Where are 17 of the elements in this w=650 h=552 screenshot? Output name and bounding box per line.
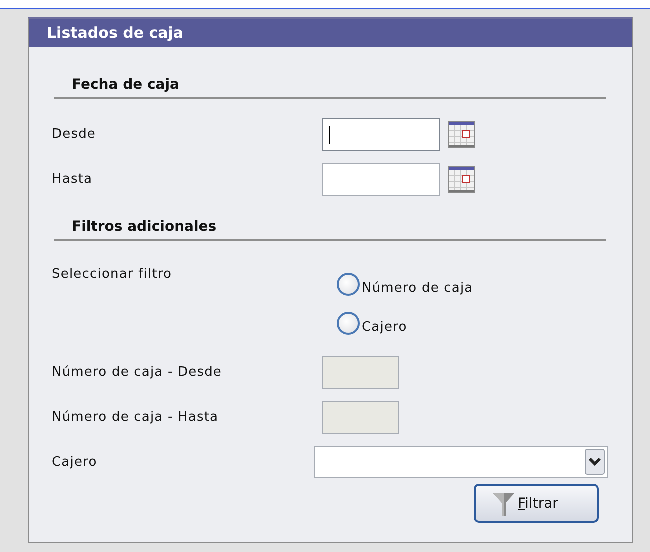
section-heading: Fecha de caja bbox=[71, 77, 180, 93]
funnel-icon bbox=[492, 490, 516, 516]
calendar-icon[interactable] bbox=[448, 166, 475, 192]
radio-option[interactable]: Cajero bbox=[337, 312, 474, 338]
panel-title: Listados de caja bbox=[29, 19, 632, 47]
field-label: Desde bbox=[52, 126, 98, 142]
field-label: Seleccionar filtro bbox=[52, 267, 174, 282]
field-label: Hasta bbox=[52, 172, 94, 186]
field-label: Número de caja - Desde bbox=[52, 364, 224, 380]
date-field[interactable] bbox=[322, 162, 440, 196]
section-heading: Filtros adicionales bbox=[71, 219, 218, 235]
field-label: Cajero bbox=[52, 454, 98, 470]
field-label: Número de caja - Hasta bbox=[52, 410, 220, 424]
radio-option[interactable]: Número de caja bbox=[337, 273, 474, 299]
date-field[interactable] bbox=[322, 118, 440, 150]
calendar-icon[interactable] bbox=[448, 120, 475, 148]
filter-button[interactable]: Filtrar bbox=[474, 484, 599, 523]
